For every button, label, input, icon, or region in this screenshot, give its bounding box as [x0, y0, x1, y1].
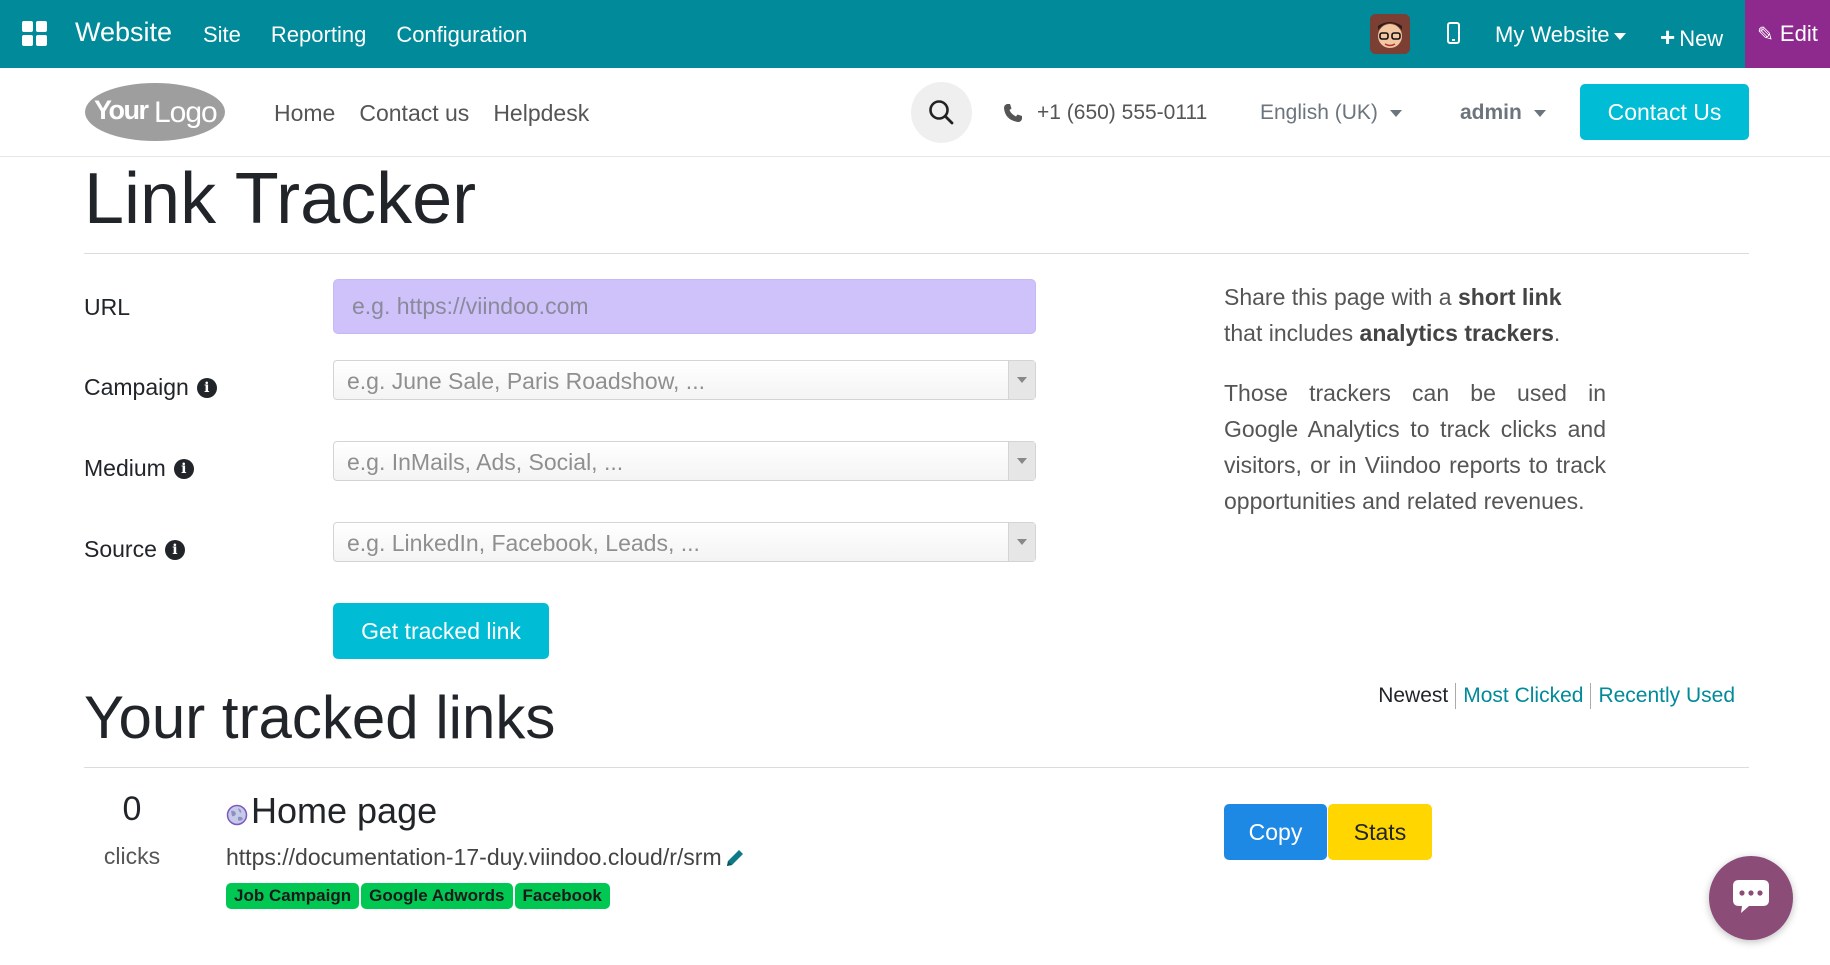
plus-icon: +	[1660, 22, 1676, 52]
site-header: Your Logo Home Contact us Helpdesk +1 (6…	[0, 68, 1830, 157]
info-icon[interactable]: i	[173, 458, 194, 479]
info-icon[interactable]: i	[196, 377, 217, 398]
divider	[84, 253, 1749, 254]
link-tags: Job Campaign Google Adwords Facebook	[226, 883, 610, 909]
sort-recently-used[interactable]: Recently Used	[1591, 684, 1742, 708]
menu-configuration[interactable]: Configuration	[396, 22, 527, 48]
source-select[interactable]: e.g. LinkedIn, Facebook, Leads, ...	[333, 522, 1036, 562]
edit-label: Edit	[1779, 21, 1818, 46]
source-placeholder: e.g. LinkedIn, Facebook, Leads, ...	[347, 530, 700, 556]
campaign-label-text: Campaign	[84, 374, 189, 400]
medium-label-text: Medium	[84, 455, 166, 481]
phone-contact[interactable]: +1 (650) 555-0111	[1003, 101, 1207, 125]
globe-icon	[226, 804, 248, 826]
new-label: New	[1679, 26, 1724, 51]
chat-icon	[1733, 880, 1769, 913]
side-intro-text: Share this page with a short link that i…	[1224, 279, 1606, 351]
caret-down-icon	[1613, 32, 1626, 40]
sort-most-clicked[interactable]: Most Clicked	[1456, 684, 1590, 708]
caret-down-icon	[1389, 109, 1402, 117]
short-url: https://documentation-17-duy.viindoo.clo…	[226, 844, 746, 871]
medium-label: Medium i	[84, 455, 194, 482]
apps-icon[interactable]	[22, 21, 48, 47]
admin-menu: Site Reporting Configuration	[203, 22, 527, 48]
logo-text-bold: Your	[94, 95, 149, 125]
url-label: URL	[84, 294, 130, 321]
logo-text-light: Logo	[154, 96, 217, 129]
language-label: English (UK)	[1260, 101, 1378, 124]
clicks-label: clicks	[103, 843, 161, 869]
tag-google-adwords: Google Adwords	[361, 883, 513, 909]
campaign-label: Campaign i	[84, 374, 217, 401]
medium-select[interactable]: e.g. InMails, Ads, Social, ...	[333, 441, 1036, 481]
tag-facebook: Facebook	[514, 883, 610, 909]
medium-placeholder: e.g. InMails, Ads, Social, ...	[347, 449, 624, 475]
user-menu[interactable]: admin	[1460, 101, 1546, 125]
sort-newest[interactable]: Newest	[1371, 684, 1455, 708]
app-brand[interactable]: Website	[75, 17, 172, 48]
mobile-preview-icon[interactable]	[1447, 22, 1460, 44]
search-icon	[929, 100, 954, 125]
phone-number: +1 (650) 555-0111	[1037, 101, 1208, 124]
url-label-text: URL	[84, 294, 131, 320]
intro-text-1: Share this page with a	[1224, 284, 1458, 310]
dropdown-arrow-icon[interactable]	[1008, 361, 1035, 399]
site-logo[interactable]: Your Logo	[84, 82, 226, 142]
pencil-icon[interactable]	[724, 847, 746, 869]
caret-down-icon	[1533, 109, 1546, 117]
source-label: Source i	[84, 536, 185, 563]
my-website-label: My Website	[1495, 22, 1610, 47]
site-nav: Home Contact us Helpdesk	[274, 100, 589, 127]
page-title: Link Tracker	[84, 159, 477, 239]
short-url-text[interactable]: https://documentation-17-duy.viindoo.clo…	[226, 844, 722, 871]
pencil-icon: ✎	[1757, 23, 1774, 46]
campaign-select[interactable]: e.g. June Sale, Paris Roadshow, ...	[333, 360, 1036, 400]
nav-home[interactable]: Home	[274, 100, 335, 127]
my-website-dropdown[interactable]: My Website	[1495, 22, 1626, 48]
intro-text-2: that includes	[1224, 320, 1360, 346]
language-selector[interactable]: English (UK)	[1260, 101, 1402, 125]
user-name: admin	[1460, 101, 1522, 124]
live-chat-button[interactable]	[1709, 856, 1793, 940]
admin-topbar: Website Site Reporting Configuration My …	[0, 0, 1830, 68]
info-icon[interactable]: i	[164, 539, 185, 560]
nav-helpdesk[interactable]: Helpdesk	[493, 100, 589, 127]
contact-us-button[interactable]: Contact Us	[1580, 84, 1749, 140]
intro-bold-short-link: short link	[1457, 284, 1562, 310]
new-button[interactable]: + New	[1660, 22, 1723, 53]
nav-contact-us[interactable]: Contact us	[359, 100, 469, 127]
dropdown-arrow-icon[interactable]	[1008, 442, 1035, 480]
user-avatar[interactable]	[1370, 14, 1410, 54]
dropdown-arrow-icon[interactable]	[1008, 523, 1035, 561]
campaign-placeholder: e.g. June Sale, Paris Roadshow, ...	[347, 368, 705, 394]
url-input[interactable]	[333, 279, 1036, 334]
copy-button[interactable]: Copy	[1224, 804, 1327, 860]
divider	[84, 767, 1749, 768]
intro-bold-analytics: analytics trackers	[1359, 320, 1554, 346]
get-tracked-link-button[interactable]: Get tracked link	[333, 603, 549, 659]
tag-job-campaign: Job Campaign	[226, 883, 360, 909]
side-description-text: Those trackers can be used in Google Ana…	[1224, 380, 1606, 514]
clicks-count: 0	[122, 790, 142, 828]
source-label-text: Source	[84, 536, 157, 562]
sort-options: Newest Most Clicked Recently Used	[1371, 683, 1742, 709]
edit-button[interactable]: ✎ Edit	[1745, 0, 1830, 68]
search-button[interactable]	[911, 82, 972, 143]
menu-site[interactable]: Site	[203, 22, 241, 48]
stats-button[interactable]: Stats	[1328, 804, 1432, 860]
menu-reporting[interactable]: Reporting	[271, 22, 366, 48]
phone-icon	[1004, 104, 1022, 122]
intro-text-3: .	[1553, 320, 1561, 346]
tracked-links-title: Your tracked links	[84, 684, 556, 751]
link-title[interactable]: Home page	[251, 790, 437, 832]
